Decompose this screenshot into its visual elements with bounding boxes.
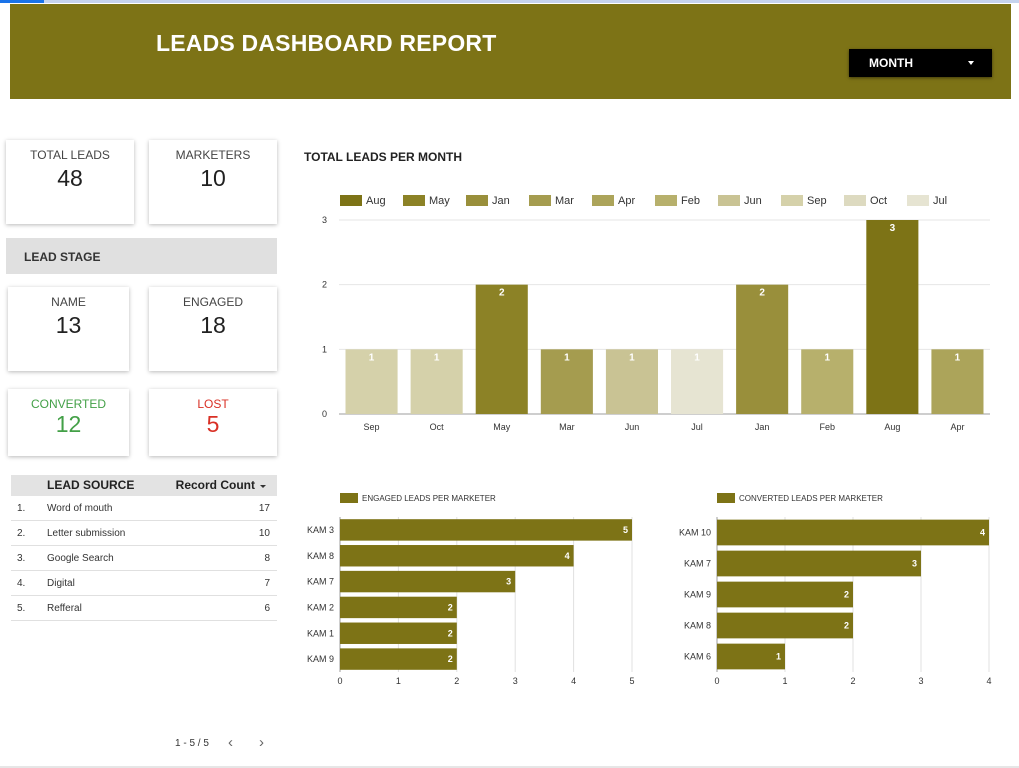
converted-y-tick-label: KAM 6 bbox=[684, 652, 711, 662]
legend-swatch bbox=[781, 195, 803, 206]
converted-bar-value-label: 2 bbox=[844, 621, 849, 631]
converted-bar-kam-6 bbox=[717, 643, 785, 670]
engaged-y-tick-label: KAM 7 bbox=[307, 577, 334, 587]
legend-label: Apr bbox=[618, 195, 635, 207]
engaged-bar-kam-1 bbox=[340, 622, 457, 644]
converted-bar-value-label: 4 bbox=[980, 528, 985, 538]
converted-bar-kam-7 bbox=[717, 550, 921, 577]
converted-bar-kam-8 bbox=[717, 612, 853, 639]
engaged-x-tick-label: 3 bbox=[513, 676, 518, 686]
converted-x-tick-label: 0 bbox=[714, 676, 719, 686]
converted-y-tick-label: KAM 8 bbox=[684, 621, 711, 631]
bar-value-label: 1 bbox=[824, 352, 830, 363]
y-tick-label: 3 bbox=[322, 215, 327, 225]
engaged-bar-value-label: 2 bbox=[448, 654, 453, 664]
legend-label: Mar bbox=[555, 195, 574, 207]
converted-bar-kam-9 bbox=[717, 581, 853, 608]
engaged-bar-kam-7 bbox=[340, 570, 516, 593]
legend-swatch bbox=[844, 195, 866, 206]
engaged-bar-value-label: 2 bbox=[448, 628, 453, 638]
converted-bar-kam-10 bbox=[717, 519, 989, 546]
engaged-bar-value-label: 2 bbox=[448, 602, 453, 612]
bar-value-label: 1 bbox=[564, 352, 570, 363]
engaged-y-tick-label: KAM 9 bbox=[307, 654, 334, 664]
engaged-bar-value-label: 5 bbox=[623, 525, 628, 535]
legend-swatch bbox=[655, 195, 677, 206]
legend-swatch bbox=[592, 195, 614, 206]
bar-may bbox=[475, 284, 528, 414]
bar-value-label: 1 bbox=[369, 352, 375, 363]
bar-value-label: 2 bbox=[499, 288, 505, 299]
converted-bar-value-label: 1 bbox=[776, 652, 781, 662]
y-tick-label: 1 bbox=[322, 344, 327, 354]
converted-bar-value-label: 2 bbox=[844, 590, 849, 600]
converted-x-tick-label: 4 bbox=[986, 676, 991, 686]
x-tick-label: Sep bbox=[364, 422, 380, 432]
y-tick-label: 0 bbox=[322, 409, 327, 419]
engaged-bar-kam-9 bbox=[340, 648, 457, 670]
x-tick-label: Apr bbox=[950, 422, 964, 432]
bar-value-label: 1 bbox=[694, 352, 700, 363]
engaged-bar-value-label: 4 bbox=[565, 551, 570, 561]
legend-swatch bbox=[529, 195, 551, 206]
bar-value-label: 1 bbox=[955, 352, 961, 363]
engaged-x-tick-label: 2 bbox=[454, 676, 459, 686]
x-tick-label: Aug bbox=[884, 422, 900, 432]
engaged-legend-swatch bbox=[340, 493, 358, 503]
x-tick-label: Jun bbox=[625, 422, 640, 432]
legend-swatch bbox=[718, 195, 740, 206]
converted-legend-swatch bbox=[717, 493, 735, 503]
total-leads-per-month-chart: 0 1 2 3 Aug May Jan Mar Apr Feb Jun Sep Oct Jul 1 Sep 1 O… bbox=[307, 195, 992, 686]
converted-y-tick-label: KAM 10 bbox=[679, 528, 711, 538]
x-tick-label: Mar bbox=[559, 422, 575, 432]
legend-label: Jan bbox=[492, 195, 510, 207]
x-tick-label: Oct bbox=[430, 422, 445, 432]
legend-label: May bbox=[429, 195, 450, 207]
x-tick-label: May bbox=[493, 422, 511, 432]
engaged-y-tick-label: KAM 2 bbox=[307, 602, 334, 612]
x-tick-label: Jan bbox=[755, 422, 770, 432]
engaged-bar-value-label: 3 bbox=[506, 577, 511, 587]
engaged-y-tick-label: KAM 1 bbox=[307, 628, 334, 638]
converted-x-tick-label: 2 bbox=[850, 676, 855, 686]
engaged-legend-label: ENGAGED LEADS PER MARKETER bbox=[362, 494, 496, 503]
bar-value-label: 1 bbox=[434, 352, 440, 363]
bar-value-label: 2 bbox=[759, 288, 765, 299]
engaged-x-tick-label: 5 bbox=[629, 676, 634, 686]
engaged-bar-kam-3 bbox=[340, 519, 632, 541]
engaged-y-tick-label: KAM 3 bbox=[307, 525, 334, 535]
engaged-x-tick-label: 4 bbox=[571, 676, 576, 686]
engaged-x-tick-label: 0 bbox=[337, 676, 342, 686]
legend-label: Aug bbox=[366, 195, 386, 207]
converted-y-tick-label: KAM 7 bbox=[684, 559, 711, 569]
converted-x-tick-label: 3 bbox=[918, 676, 923, 686]
bar-value-label: 3 bbox=[890, 223, 896, 234]
x-tick-label: Jul bbox=[691, 422, 703, 432]
legend-swatch bbox=[907, 195, 929, 206]
converted-y-tick-label: KAM 9 bbox=[684, 590, 711, 600]
legend-label: Sep bbox=[807, 195, 827, 207]
bar-jan bbox=[736, 284, 789, 414]
legend-swatch bbox=[340, 195, 362, 206]
legend-swatch bbox=[403, 195, 425, 206]
legend-swatch bbox=[466, 195, 488, 206]
converted-legend-label: CONVERTED LEADS PER MARKETER bbox=[739, 494, 883, 503]
y-tick-label: 2 bbox=[322, 280, 327, 290]
legend-label: Oct bbox=[870, 195, 887, 207]
engaged-y-tick-label: KAM 8 bbox=[307, 551, 334, 561]
engaged-x-tick-label: 1 bbox=[396, 676, 401, 686]
engaged-bar-kam-8 bbox=[340, 545, 574, 567]
converted-x-tick-label: 1 bbox=[782, 676, 787, 686]
bar-value-label: 1 bbox=[629, 352, 635, 363]
legend-label: Jun bbox=[744, 195, 762, 207]
legend-label: Feb bbox=[681, 195, 700, 207]
bar-aug bbox=[866, 220, 919, 414]
x-tick-label: Feb bbox=[819, 422, 835, 432]
legend-label: Jul bbox=[933, 195, 947, 207]
converted-bar-value-label: 3 bbox=[912, 559, 917, 569]
engaged-bar-kam-2 bbox=[340, 596, 457, 619]
